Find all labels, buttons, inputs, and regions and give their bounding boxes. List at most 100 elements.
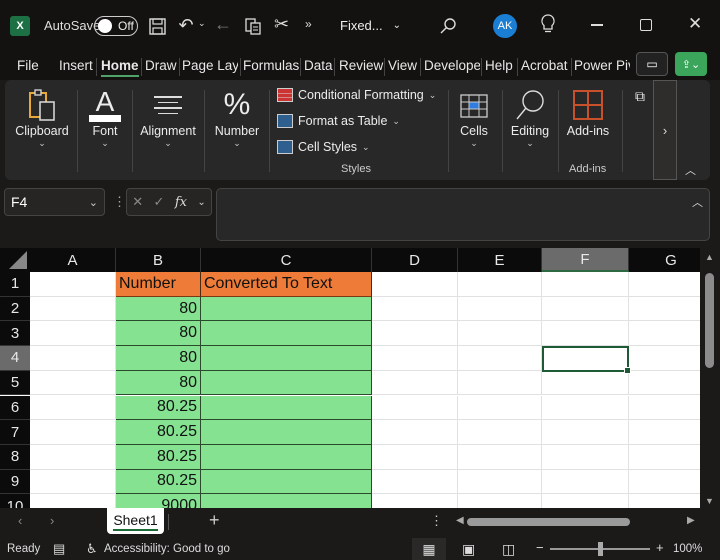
cell-d10[interactable] bbox=[372, 494, 458, 508]
page-break-view-icon[interactable]: ◫ bbox=[502, 541, 515, 558]
cell-e2[interactable] bbox=[458, 296, 542, 322]
tab-data[interactable]: Data bbox=[304, 58, 333, 73]
prev-sheet-icon[interactable]: ‹ bbox=[18, 513, 22, 528]
row-header-3[interactable]: 3 bbox=[0, 321, 30, 347]
vertical-scrollbar[interactable]: ▲ ▼ bbox=[700, 248, 720, 508]
tab-power-pivot[interactable]: Power Piv bbox=[574, 58, 630, 73]
more-commands-icon[interactable]: » bbox=[305, 17, 312, 31]
zoom-in-button[interactable]: + bbox=[656, 540, 664, 555]
cell-g4[interactable] bbox=[629, 346, 700, 371]
cell-d3[interactable] bbox=[372, 321, 458, 347]
cell-c3[interactable] bbox=[201, 321, 372, 347]
horizontal-scroll-thumb[interactable] bbox=[467, 518, 630, 526]
selected-cell-f4[interactable] bbox=[542, 346, 631, 374]
ribbon-scroll-right-button[interactable]: › bbox=[653, 80, 677, 180]
cell-e7[interactable] bbox=[458, 420, 542, 445]
cell-a7[interactable] bbox=[30, 420, 116, 445]
share-button[interactable]: ⇪⌄ bbox=[675, 52, 707, 76]
spreadsheet-grid[interactable]: A B C D E F G 1 Number Converted To Text 2 8… bbox=[0, 248, 700, 508]
tab-formulas[interactable]: Formulas bbox=[243, 58, 299, 73]
cut-icon[interactable]: ✂ bbox=[274, 14, 289, 35]
cell-b8[interactable]: 80.25 bbox=[116, 444, 201, 470]
cell-b3[interactable]: 80 bbox=[116, 321, 201, 347]
cell-f6[interactable] bbox=[542, 395, 629, 421]
cell-a10[interactable] bbox=[30, 494, 116, 508]
column-header-a[interactable]: A bbox=[30, 248, 116, 272]
row-header-6[interactable]: 6 bbox=[0, 395, 30, 421]
cell-a6[interactable] bbox=[30, 395, 116, 421]
cell-c2[interactable] bbox=[201, 296, 372, 322]
row-header-4[interactable]: 4 bbox=[0, 346, 30, 371]
cell-b5[interactable]: 80 bbox=[116, 370, 201, 396]
cell-b1[interactable]: Number bbox=[116, 272, 201, 297]
undo-icon[interactable]: ↶ bbox=[176, 14, 196, 36]
cell-b2[interactable]: 80 bbox=[116, 296, 201, 322]
cell-d2[interactable] bbox=[372, 296, 458, 322]
cell-c7[interactable] bbox=[201, 420, 372, 445]
zoom-out-button[interactable]: − bbox=[536, 540, 544, 555]
vertical-scroll-thumb[interactable] bbox=[705, 273, 714, 368]
page-layout-view-icon[interactable]: ▣ bbox=[462, 541, 475, 558]
cell-g10[interactable] bbox=[629, 494, 700, 508]
cell-g8[interactable] bbox=[629, 445, 700, 470]
column-header-e[interactable]: E bbox=[458, 248, 542, 272]
cell-d7[interactable] bbox=[372, 420, 458, 445]
row-header-10[interactable]: 10 bbox=[0, 494, 30, 508]
cells-group[interactable]: Cells ⌄ bbox=[453, 86, 495, 149]
cell-c4[interactable] bbox=[201, 346, 372, 371]
cancel-icon[interactable]: ✕ bbox=[132, 194, 143, 210]
normal-view-icon[interactable]: ▦ bbox=[412, 538, 446, 560]
analyze-data-icon[interactable]: ⧉ bbox=[630, 88, 650, 105]
cell-e6[interactable] bbox=[458, 395, 542, 421]
cell-d6[interactable] bbox=[372, 395, 458, 421]
column-header-f[interactable]: F bbox=[542, 248, 629, 272]
cell-g2[interactable] bbox=[629, 297, 700, 322]
accessibility-icon[interactable]: ♿︎ bbox=[86, 541, 98, 557]
zoom-level[interactable]: 100% bbox=[673, 543, 702, 555]
cell-d4[interactable] bbox=[372, 346, 458, 371]
cell-e1[interactable] bbox=[458, 272, 542, 297]
redo-arrow-icon[interactable]: ← bbox=[214, 14, 232, 35]
tab-view[interactable]: View bbox=[388, 58, 417, 73]
row-header-7[interactable]: 7 bbox=[0, 420, 30, 445]
font-group[interactable]: A Font ⌄ bbox=[83, 86, 127, 149]
cell-f3[interactable] bbox=[542, 321, 629, 347]
formula-input[interactable] bbox=[216, 188, 710, 241]
tab-review[interactable]: Review bbox=[339, 58, 383, 73]
collapse-ribbon-icon[interactable]: ︿ bbox=[685, 162, 696, 178]
tab-page-layout[interactable]: Page Layo bbox=[182, 58, 238, 73]
cell-f2[interactable] bbox=[542, 296, 629, 322]
insert-function-icon[interactable]: fx bbox=[175, 195, 187, 210]
cell-a4[interactable] bbox=[30, 346, 116, 371]
cell-e5[interactable] bbox=[458, 370, 542, 396]
zoom-slider-thumb[interactable] bbox=[598, 542, 603, 556]
cell-f7[interactable] bbox=[542, 420, 629, 445]
autosave-toggle[interactable]: Off bbox=[94, 16, 138, 36]
chevron-down-icon[interactable]: ⌄ bbox=[197, 197, 205, 208]
row-header-5[interactable]: 5 bbox=[0, 370, 30, 396]
cell-e3[interactable] bbox=[458, 321, 542, 347]
filename-dropdown[interactable]: Fixed... ⌄ bbox=[340, 18, 401, 33]
row-header-2[interactable]: 2 bbox=[0, 296, 30, 322]
minimize-button[interactable] bbox=[590, 18, 604, 32]
undo-dropdown-icon[interactable]: ⌄ bbox=[198, 18, 206, 29]
cell-c6[interactable] bbox=[201, 395, 372, 421]
cell-f10[interactable] bbox=[542, 494, 629, 508]
select-all-button[interactable] bbox=[0, 248, 30, 272]
cell-a9[interactable] bbox=[30, 469, 116, 495]
enter-check-icon[interactable]: ✓ bbox=[154, 194, 165, 210]
column-header-c[interactable]: C bbox=[201, 248, 372, 272]
scroll-up-icon[interactable]: ▲ bbox=[705, 252, 714, 262]
row-header-9[interactable]: 9 bbox=[0, 469, 30, 495]
cell-f5[interactable] bbox=[542, 370, 629, 396]
cell-e9[interactable] bbox=[458, 469, 542, 495]
cell-b6[interactable]: 80.25 bbox=[116, 395, 201, 421]
cell-d9[interactable] bbox=[372, 469, 458, 495]
cell-d1[interactable] bbox=[372, 272, 458, 297]
cell-a1[interactable] bbox=[30, 272, 116, 297]
collapse-formula-bar-icon[interactable]: ︿ bbox=[692, 194, 703, 210]
cell-a3[interactable] bbox=[30, 321, 116, 347]
alignment-group[interactable]: Alignment ⌄ bbox=[137, 86, 199, 149]
number-group[interactable]: % Number ⌄ bbox=[209, 86, 265, 149]
add-sheet-button[interactable]: + bbox=[209, 510, 220, 531]
